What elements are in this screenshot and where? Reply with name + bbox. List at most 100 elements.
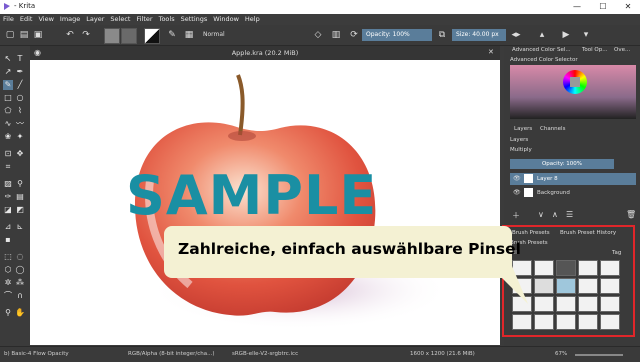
layer-properties-icon[interactable]: ☰ (566, 210, 573, 219)
zoom-tool-icon[interactable]: ⚲ (3, 308, 13, 318)
menu-window[interactable]: Window (210, 14, 242, 25)
zoom-slider[interactable] (575, 354, 623, 356)
visibility-eye-icon[interactable]: 👁 (513, 175, 521, 182)
visibility-eye-icon[interactable]: 👁 (513, 189, 521, 196)
drawing-canvas[interactable]: SAMPLE (30, 60, 500, 345)
add-layer-icon[interactable]: ＋ (512, 210, 520, 221)
ellipse-tool-icon[interactable]: ○ (15, 93, 25, 103)
rect-select-tool-icon[interactable]: ⬚ (3, 252, 13, 262)
polyline-tool-icon[interactable]: ⌇ (15, 106, 25, 116)
color-picker-tool-icon[interactable]: ⚲ (15, 179, 25, 189)
line-tool-icon[interactable]: ╱ (15, 80, 25, 90)
callout-pointer (490, 266, 528, 304)
calligraphy-tool-icon[interactable]: ✒ (15, 67, 25, 77)
fill-patterns-swatch[interactable] (121, 28, 137, 44)
colorize-mask-tool-icon[interactable]: ✑ (3, 192, 13, 202)
ellipse-select-tool-icon[interactable]: ◌ (15, 252, 25, 262)
menu-select[interactable]: Select (107, 14, 133, 25)
layer-up-icon[interactable]: ∧ (552, 210, 558, 219)
rectangle-tool-icon[interactable]: □ (3, 93, 13, 103)
close-window-button[interactable]: ✕ (617, 1, 639, 13)
menu-image[interactable]: Image (57, 14, 83, 25)
brush-presets-icon[interactable]: ▦ (183, 29, 195, 41)
brush-editor-icon[interactable]: ✎ (166, 29, 178, 41)
transform-tool-icon[interactable]: ⊡ (3, 149, 13, 159)
text-tool-icon[interactable]: T (15, 54, 25, 64)
size-slider[interactable]: Size: 40.00 px (452, 29, 506, 41)
wrap-around-icon[interactable]: ▶ (560, 29, 572, 41)
fill-tool-icon[interactable]: ◪ (3, 205, 13, 215)
menu-filter[interactable]: Filter (133, 14, 155, 25)
reload-preset-icon[interactable]: ⟳ (348, 29, 360, 41)
freehand-select-tool-icon[interactable]: ◯ (15, 265, 25, 275)
enclose-fill-tool-icon[interactable]: ◩ (15, 205, 25, 215)
lock-icon[interactable]: ⧉ (436, 29, 448, 41)
edit-shapes-tool-icon[interactable]: ↗ (3, 67, 13, 77)
toolbar-more-icon[interactable]: ▾ (580, 29, 592, 41)
status-dimensions: 1600 x 1200 (21.6 MiB) (410, 351, 475, 357)
menu-bar: File Edit View Image Layer Select Filter Tools S… (0, 14, 640, 25)
menu-settings[interactable]: Settings (178, 14, 211, 25)
document-tab-title[interactable]: Apple.kra (20.2 MiB) (30, 49, 500, 57)
redo-icon[interactable]: ↷ (80, 29, 92, 41)
gradient-tool-icon[interactable]: ▨ (3, 179, 13, 189)
minimize-button[interactable]: — (566, 1, 588, 13)
measure-tool-icon[interactable]: ⊾ (15, 222, 25, 232)
tab-layers[interactable]: Layers (514, 126, 532, 132)
bezier-tool-icon[interactable]: ∿ (3, 119, 13, 129)
menu-tools[interactable]: Tools (156, 14, 178, 25)
fill-gradients-swatch[interactable] (104, 28, 120, 44)
tab-channels[interactable]: Channels (540, 126, 565, 132)
opacity-slider[interactable]: Opacity: 100% (362, 29, 432, 41)
mirror-vertical-icon[interactable]: ▴ (536, 29, 548, 41)
color-selector-area[interactable] (510, 65, 636, 119)
menu-file[interactable]: File (0, 14, 17, 25)
undo-icon[interactable]: ↶ (64, 29, 76, 41)
maximize-button[interactable]: ☐ (592, 1, 614, 13)
layer-down-icon[interactable]: ∨ (538, 210, 544, 219)
select-shapes-tool-icon[interactable]: ↖ (3, 54, 13, 64)
menu-help[interactable]: Help (242, 14, 263, 25)
crop-tool-icon[interactable]: ⌗ (3, 162, 13, 172)
color-triangle[interactable] (570, 77, 580, 87)
fg-bg-color-swatch[interactable] (144, 28, 160, 44)
similar-select-tool-icon[interactable]: ⁂ (15, 278, 25, 288)
reference-images-tool-icon[interactable]: ▪ (3, 235, 13, 245)
contiguous-select-tool-icon[interactable]: ✲ (3, 278, 13, 288)
polygon-select-tool-icon[interactable]: ⬡ (3, 265, 13, 275)
zoom-level[interactable]: 67% (555, 351, 567, 357)
alpha-lock-icon[interactable]: ▥ (330, 29, 342, 41)
tab-tool-options[interactable]: Tool Op... (582, 47, 608, 53)
layer-blend-mode-select[interactable]: Multiply (510, 147, 532, 153)
dynamic-brush-tool-icon[interactable]: ❀ (3, 132, 13, 142)
menu-layer[interactable]: Layer (83, 14, 107, 25)
layer-name[interactable]: Layer 8 (537, 176, 558, 182)
feature-callout: Zahlreiche, einfach auswählbare Pinsel (164, 226, 528, 304)
freehand-path-tool-icon[interactable]: 〰 (15, 119, 25, 129)
save-icon[interactable]: ▣ (32, 29, 44, 41)
layer-row[interactable]: 👁 Background (510, 187, 636, 199)
smart-patch-tool-icon[interactable]: ▤ (15, 192, 25, 202)
open-document-icon[interactable]: ▤ (18, 29, 30, 41)
menu-view[interactable]: View (35, 14, 56, 25)
tab-overview[interactable]: Ove... (614, 47, 630, 53)
pan-tool-icon[interactable]: ✋ (15, 308, 25, 318)
new-document-icon[interactable]: ▢ (4, 29, 16, 41)
close-document-button[interactable]: ✕ (488, 48, 494, 56)
layer-name[interactable]: Background (537, 190, 570, 196)
layer-row[interactable]: 👁 Layer 8 (510, 173, 636, 185)
brush-tool-icon[interactable]: ✎ (3, 80, 13, 90)
mirror-horizontal-icon[interactable]: ◂▸ (510, 29, 522, 41)
delete-layer-icon[interactable]: 🗑 (626, 210, 636, 219)
layer-opacity-slider[interactable]: Opacity: 100% (510, 159, 614, 169)
bezier-select-tool-icon[interactable]: ⌒ (3, 291, 13, 301)
tab-advanced-color-selector[interactable]: Advanced Color Sel... (512, 47, 571, 53)
polygon-tool-icon[interactable]: ⬠ (3, 106, 13, 116)
multibrush-tool-icon[interactable]: ✦ (15, 132, 25, 142)
magnetic-select-tool-icon[interactable]: ∩ (15, 291, 25, 301)
eraser-icon[interactable]: ◇ (312, 29, 324, 41)
assistant-tool-icon[interactable]: ⊿ (3, 222, 13, 232)
menu-edit[interactable]: Edit (17, 14, 36, 25)
blend-mode-select[interactable]: Normal (203, 31, 225, 38)
move-tool-icon[interactable]: ✥ (15, 149, 25, 159)
